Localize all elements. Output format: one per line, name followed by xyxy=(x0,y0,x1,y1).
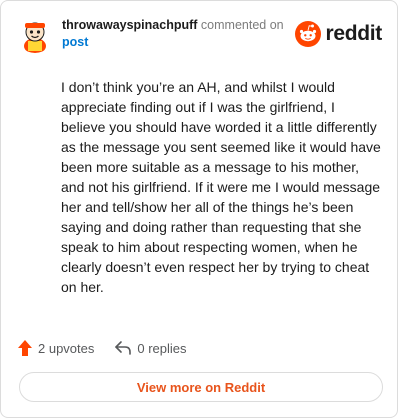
upvote-arrow-icon[interactable] xyxy=(17,339,33,357)
snoo-avatar-icon[interactable] xyxy=(16,15,54,53)
post-link[interactable]: post xyxy=(62,34,292,51)
reddit-brand[interactable]: reddit xyxy=(295,21,382,47)
action-text: commented on xyxy=(200,18,284,32)
reddit-wordmark: reddit xyxy=(325,22,382,45)
embedded-comment-card: throwawayspinachpuff commented on post r… xyxy=(0,0,398,418)
view-more-button[interactable]: View more on Reddit xyxy=(19,372,383,402)
comment-meta: throwawayspinachpuff commented on post xyxy=(62,17,292,51)
comment-header: throwawayspinachpuff commented on post r… xyxy=(16,13,382,57)
reply-arrow-icon[interactable] xyxy=(114,340,132,356)
comment-footer: 2 upvotes 0 replies xyxy=(17,338,187,358)
upvote-group[interactable]: 2 upvotes xyxy=(17,339,94,357)
reddit-logo-icon xyxy=(295,21,322,47)
reply-count: 0 replies xyxy=(137,340,187,356)
username-link[interactable]: throwawayspinachpuff xyxy=(62,18,197,32)
upvote-count: 2 upvotes xyxy=(38,340,95,356)
comment-text: I don’t think you’re an AH, and whilst I… xyxy=(61,79,381,295)
reply-group[interactable]: 0 replies xyxy=(114,340,187,356)
